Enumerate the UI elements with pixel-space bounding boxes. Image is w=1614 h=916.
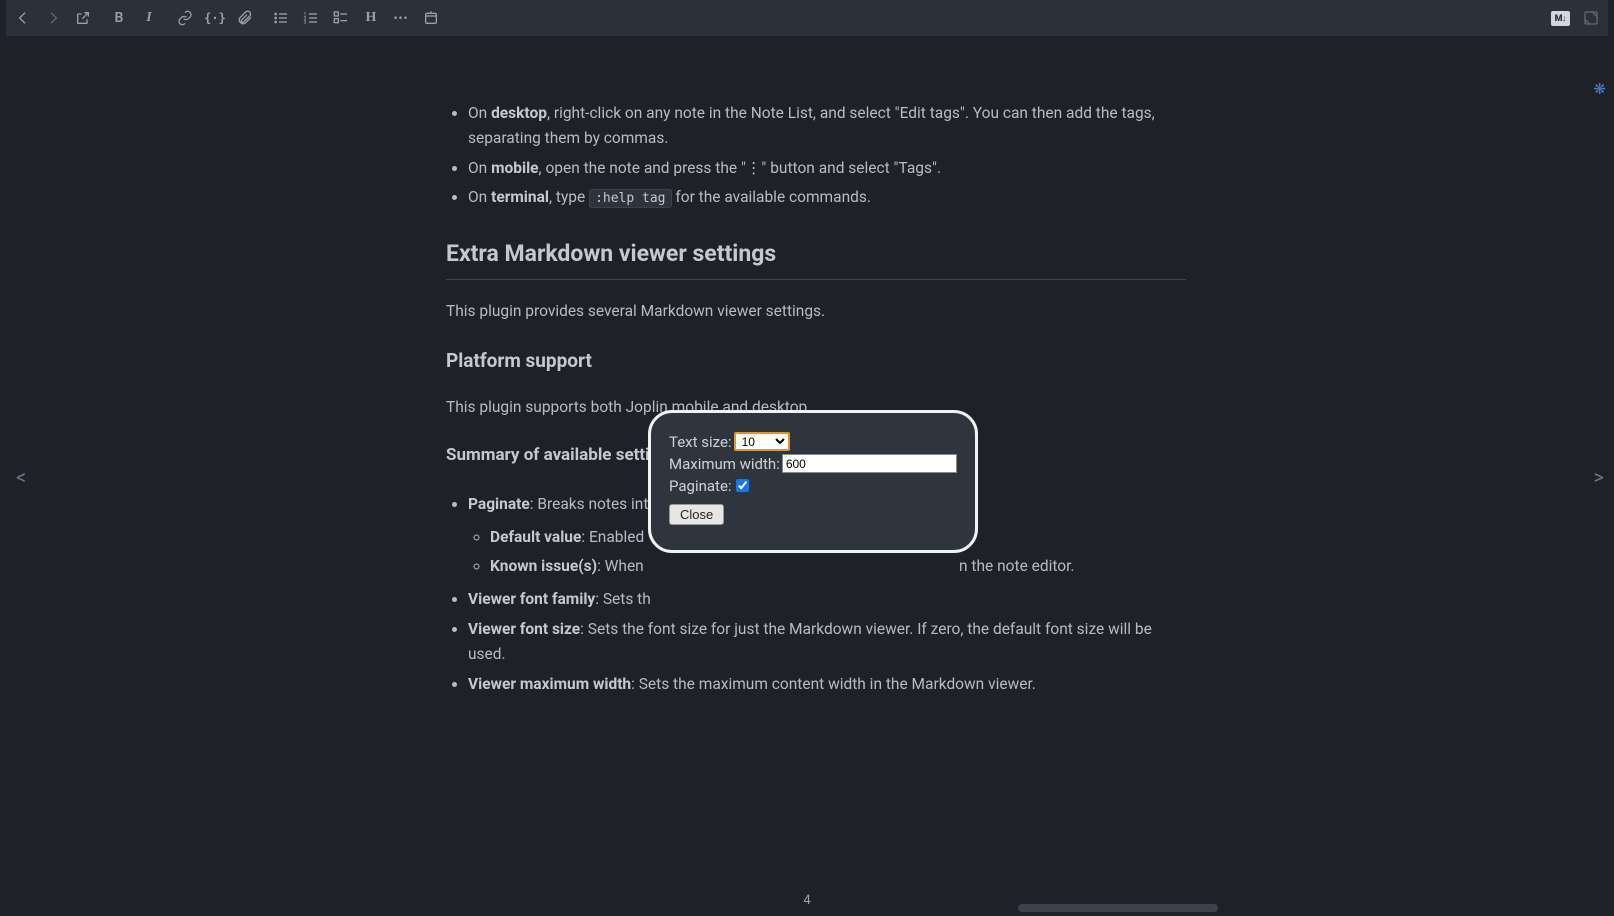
heading-platform-support: Platform support: [446, 346, 1186, 376]
editor-toolbar: B I {·} 123 H ••• M↓: [6, 0, 1608, 36]
max-width-input[interactable]: [782, 454, 957, 473]
horizontal-scrollbar[interactable]: [1018, 904, 1218, 912]
gear-icon[interactable]: ❋: [1593, 80, 1606, 98]
insert-time-icon[interactable]: [422, 9, 440, 27]
markdown-badge[interactable]: M↓: [1551, 11, 1570, 26]
toggle-editor-icon[interactable]: [1582, 9, 1600, 27]
bulleted-list-icon[interactable]: [272, 9, 290, 27]
close-button[interactable]: Close: [669, 504, 724, 525]
note-content: On desktop, right-click on any note in t…: [446, 93, 1186, 704]
list-item: Viewer font family: Sets th: [468, 587, 1186, 612]
paragraph: This plugin provides several Markdown vi…: [446, 299, 1186, 324]
page-number: 4: [803, 893, 810, 908]
italic-icon[interactable]: I: [140, 9, 158, 27]
back-icon[interactable]: [14, 9, 32, 27]
list-item: On desktop, right-click on any note in t…: [468, 101, 1186, 151]
list-item: On mobile, open the note and press the "…: [468, 156, 1186, 181]
list-item: Viewer maximum width: Sets the maximum c…: [468, 672, 1186, 697]
link-icon[interactable]: [176, 9, 194, 27]
prev-page-handle[interactable]: <: [16, 465, 26, 489]
code-icon[interactable]: {·}: [206, 9, 224, 27]
heading-icon[interactable]: H: [362, 9, 380, 27]
heading-extra-settings: Extra Markdown viewer settings: [446, 236, 1186, 280]
open-external-icon[interactable]: [74, 9, 92, 27]
numbered-list-icon[interactable]: 123: [302, 9, 320, 27]
paginate-label: Paginate:: [669, 477, 732, 495]
list-item: Known issue(s): Whenxxxxxxxxxxxxxxxxxxxx…: [490, 554, 1186, 579]
svg-text:3: 3: [304, 19, 307, 25]
checkbox-list-icon[interactable]: [332, 9, 350, 27]
text-size-label: Text size:: [669, 433, 732, 451]
list-item: On terminal, type :help tag for the avai…: [468, 185, 1186, 210]
forward-icon: [44, 9, 62, 27]
attachment-icon[interactable]: [236, 9, 254, 27]
text-size-select[interactable]: 8910111214161820: [734, 432, 790, 451]
more-icon[interactable]: •••: [392, 9, 410, 27]
next-page-handle[interactable]: >: [1594, 465, 1604, 489]
paginate-checkbox[interactable]: [736, 479, 749, 492]
list-item: Viewer font size: Sets the font size for…: [468, 617, 1186, 667]
max-width-label: Maximum width:: [669, 455, 780, 473]
viewer-settings-dialog: Text size: 8910111214161820 Maximum widt…: [648, 410, 978, 553]
bold-icon[interactable]: B: [110, 9, 128, 27]
